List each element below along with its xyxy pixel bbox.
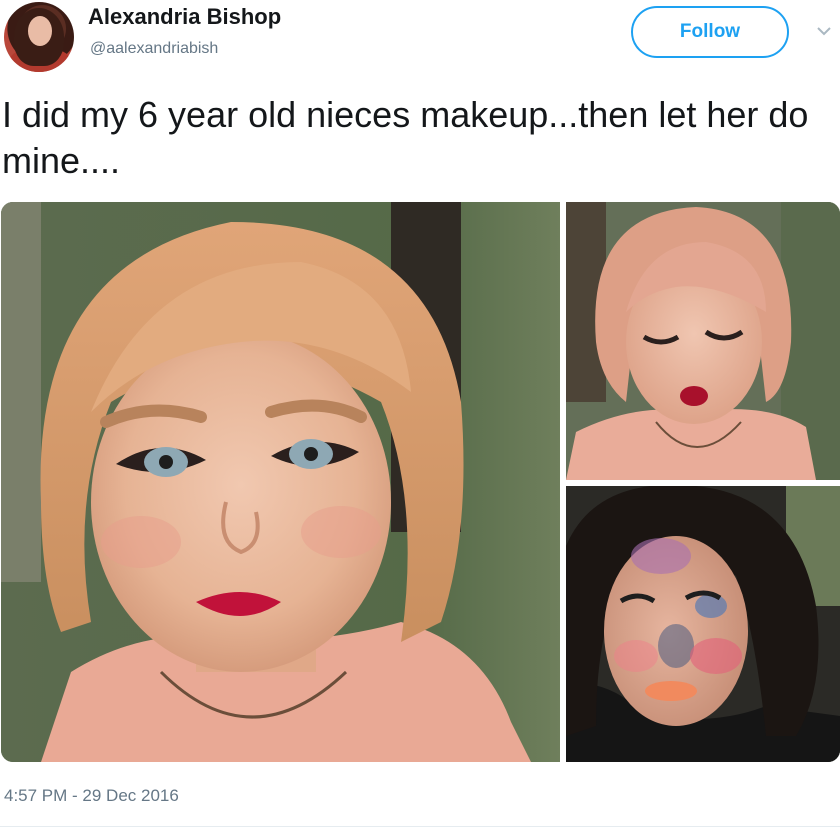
tweet-card: Alexandria Bishop @aalexandriabish Follo… xyxy=(0,0,840,832)
photo-aunt-makeup[interactable] xyxy=(566,486,840,762)
photo-niece-closeup-image xyxy=(1,202,560,762)
follow-button[interactable]: Follow xyxy=(631,6,789,58)
photo-niece-pout-image xyxy=(566,202,840,480)
tweet-text: I did my 6 year old nieces makeup...then… xyxy=(2,94,809,181)
photo-aunt-makeup-image xyxy=(566,486,840,762)
avatar[interactable] xyxy=(4,2,74,72)
author-handle[interactable]: @aalexandriabish xyxy=(90,40,218,58)
photo-niece-pout[interactable] xyxy=(566,202,840,480)
tweet-timestamp[interactable]: 4:57 PM - 29 Dec 2016 xyxy=(4,786,179,806)
photo-niece-closeup[interactable] xyxy=(1,202,560,762)
avatar-face xyxy=(28,16,52,46)
chevron-down-icon[interactable] xyxy=(816,24,832,38)
author-name[interactable]: Alexandria Bishop xyxy=(88,4,281,30)
divider xyxy=(0,826,840,827)
